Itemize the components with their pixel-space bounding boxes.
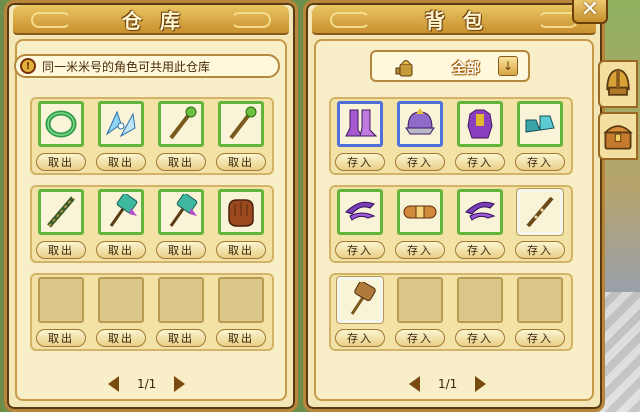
take-out-button[interactable]: 取出 — [96, 241, 146, 259]
wood-hammer-icon — [350, 282, 376, 315]
hammer-icon — [109, 194, 138, 227]
equipment-icon — [395, 60, 413, 77]
claw-icon — [345, 201, 376, 221]
backpack-item-slot[interactable] — [397, 101, 443, 147]
belt-icon — [403, 205, 437, 219]
helmet-tab-icon — [606, 68, 630, 96]
take-out-button[interactable]: 取出 — [36, 153, 86, 171]
warehouse-item-slot[interactable] — [218, 101, 264, 147]
backpack-page-number: 1/1 — [438, 377, 458, 391]
staff-2-icon — [229, 106, 257, 140]
backpack-empty-slot[interactable] — [517, 277, 563, 323]
warehouse-item-slot[interactable] — [38, 189, 84, 235]
take-out-button[interactable]: 取出 — [216, 329, 266, 347]
flute-icon — [526, 196, 554, 228]
warehouse-empty-slot[interactable] — [158, 277, 204, 323]
warehouse-notice-text: 同一米米号的角色可共用此仓库 — [42, 59, 211, 74]
swirl-ornament-icon — [31, 12, 71, 28]
take-out-button[interactable]: 取出 — [96, 329, 146, 347]
take-out-button[interactable]: 取出 — [156, 329, 206, 347]
backpack-item-slot[interactable] — [397, 189, 443, 235]
warehouse-empty-slot[interactable] — [98, 277, 144, 323]
warehouse-item-slot[interactable] — [218, 189, 264, 235]
store-button[interactable]: 存入 — [335, 329, 385, 347]
swirl-ornament-icon — [330, 12, 370, 28]
backpack-item-slot[interactable] — [517, 101, 563, 147]
prev-page-arrow-icon[interactable] — [409, 376, 420, 392]
chevron-down-icon[interactable]: ↓ — [498, 56, 518, 76]
purple-boots-icon — [345, 109, 378, 137]
store-button[interactable]: 存入 — [515, 241, 565, 259]
store-button[interactable]: 存入 — [335, 241, 385, 259]
backpack-empty-slot[interactable] — [397, 277, 443, 323]
take-out-button[interactable]: 取出 — [156, 241, 206, 259]
warehouse-item-slot[interactable] — [98, 189, 144, 235]
warehouse-empty-slot[interactable] — [38, 277, 84, 323]
next-page-arrow-icon[interactable] — [475, 376, 487, 392]
backpack-item-slot[interactable] — [337, 277, 383, 323]
warehouse-page-number: 1/1 — [137, 377, 157, 391]
staff-icon — [169, 106, 197, 140]
prev-page-arrow-icon[interactable] — [108, 376, 119, 392]
backpack-pager: 1/1 — [409, 374, 487, 394]
warehouse-item-slot[interactable] — [158, 101, 204, 147]
take-out-button[interactable]: 取出 — [216, 153, 266, 171]
swirl-ornament-icon — [231, 12, 271, 28]
gloves-icon — [228, 199, 254, 227]
close-button[interactable]: ✕ — [572, 0, 608, 24]
store-button[interactable]: 存入 — [335, 153, 385, 171]
take-out-button[interactable]: 取出 — [216, 241, 266, 259]
take-out-button[interactable]: 取出 — [36, 329, 86, 347]
take-out-button[interactable]: 取出 — [36, 241, 86, 259]
next-page-arrow-icon[interactable] — [174, 376, 186, 392]
purple-helmet-icon — [405, 108, 435, 135]
store-button[interactable]: 存入 — [395, 241, 445, 259]
jade-bracelet-icon — [45, 110, 77, 138]
warehouse-empty-slot[interactable] — [218, 277, 264, 323]
backpack-empty-slot[interactable] — [457, 277, 503, 323]
take-out-button[interactable]: 取出 — [156, 153, 206, 171]
store-button[interactable]: 存入 — [455, 153, 505, 171]
teal-shoes-icon — [525, 115, 555, 133]
backpack-item-slot[interactable] — [457, 189, 503, 235]
store-button[interactable]: 存入 — [395, 153, 445, 171]
backpack-item-slot[interactable] — [337, 189, 383, 235]
warehouse-notice: ! 同一米米号的角色可共用此仓库 — [14, 54, 280, 78]
wings-icon — [105, 110, 136, 138]
backpack-item-slot[interactable] — [517, 189, 563, 235]
warehouse-pager: 1/1 — [108, 374, 186, 394]
rod-icon — [47, 196, 75, 228]
store-button[interactable]: 存入 — [455, 241, 505, 259]
warehouse-title-bar: 仓库 — [13, 5, 289, 35]
warning-icon: ! — [20, 58, 36, 74]
store-button[interactable]: 存入 — [455, 329, 505, 347]
warehouse-item-slot[interactable] — [98, 101, 144, 147]
warehouse-item-slot[interactable] — [38, 101, 84, 147]
hammer-2-icon — [169, 194, 198, 227]
backpack-item-slot[interactable] — [457, 101, 503, 147]
warehouse-item-slot[interactable] — [158, 189, 204, 235]
backpack-filter-dropdown[interactable]: 全部 ↓ — [370, 50, 530, 82]
equipment-tab[interactable] — [598, 60, 638, 108]
backpack-title: 背包 — [425, 8, 501, 33]
store-button[interactable]: 存入 — [515, 329, 565, 347]
filter-label: 全部 — [452, 58, 480, 78]
claw-2-icon — [465, 201, 496, 221]
take-out-button[interactable]: 取出 — [96, 153, 146, 171]
treasure-chest-icon — [603, 125, 633, 150]
backpack-item-slot[interactable] — [337, 101, 383, 147]
warehouse-title: 仓库 — [122, 8, 198, 33]
store-button[interactable]: 存入 — [395, 329, 445, 347]
purple-armor-icon — [467, 109, 493, 139]
treasure-chest-tab[interactable] — [598, 112, 638, 160]
store-button[interactable]: 存入 — [515, 153, 565, 171]
backpack-title-bar: 背包 — [312, 5, 596, 35]
background-scene-bottom — [600, 292, 640, 412]
